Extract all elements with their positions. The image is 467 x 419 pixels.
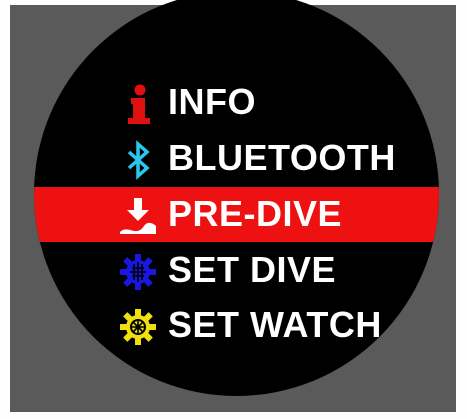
menu-item-label: SET DIVE (168, 249, 337, 290)
menu-item-set-watch[interactable]: SET WATCH (34, 298, 439, 353)
pre-dive-icon (118, 196, 158, 236)
screenshot-frame: INFO BLUETOOTH PRE-DIVE SET DIVE SET WAT… (0, 0, 467, 419)
menu-item-label: SET WATCH (168, 304, 382, 345)
menu-item-label: BLUETOOTH (168, 137, 396, 178)
watch-display: INFO BLUETOOTH PRE-DIVE SET DIVE SET WAT… (34, 0, 439, 396)
set-dive-gear-icon (118, 252, 158, 292)
menu-item-label: INFO (168, 81, 256, 122)
set-watch-gear-icon (118, 307, 158, 347)
menu-item-pre-dive[interactable]: PRE-DIVE (34, 187, 439, 242)
info-icon (118, 84, 158, 124)
menu-item-info[interactable]: INFO (34, 75, 439, 130)
main-menu: INFO BLUETOOTH PRE-DIVE SET DIVE SET WAT… (34, 0, 439, 396)
menu-item-bluetooth[interactable]: BLUETOOTH (34, 131, 439, 186)
menu-item-label: PRE-DIVE (168, 193, 343, 234)
menu-item-set-dive[interactable]: SET DIVE (34, 243, 439, 298)
bluetooth-icon (118, 140, 158, 180)
